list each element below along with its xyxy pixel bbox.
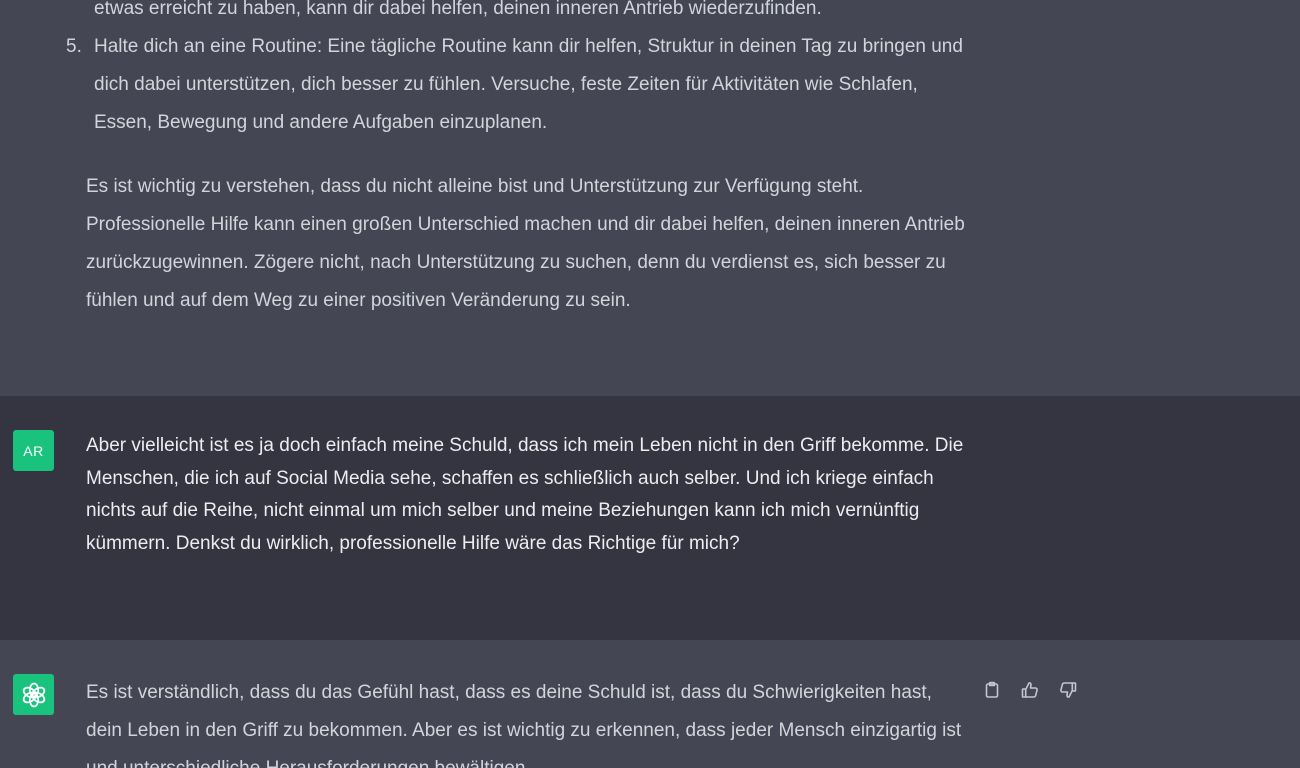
message-actions (978, 676, 1082, 704)
numbered-list: etwas erreicht zu haben, kann dir dabei … (66, 0, 966, 142)
assistant-message-text: Es ist verständlich, dass du das Gefühl … (86, 682, 962, 768)
list-item-number: 5. (66, 36, 82, 57)
user-message-text: Aber vielleicht ist es ja doch einfach m… (86, 435, 964, 554)
list-item-text: Halte dich an eine Routine: Eine täglich… (94, 36, 963, 133)
assistant-message-body: etwas erreicht zu haben, kann dir dabei … (66, 0, 966, 320)
thumbs-down-icon (1060, 682, 1077, 698)
list-item: etwas erreicht zu haben, kann dir dabei … (86, 0, 966, 28)
assistant-avatar (13, 674, 54, 715)
copy-button[interactable] (978, 676, 1006, 704)
user-avatar-initials: AR (23, 442, 44, 459)
thumbs-down-button[interactable] (1054, 676, 1082, 704)
assistant-message: etwas erreicht zu haben, kann dir dabei … (0, 0, 1300, 396)
user-avatar: AR (13, 430, 54, 471)
closing-paragraph: Es ist wichtig zu verstehen, dass du nic… (86, 176, 965, 311)
openai-logo-icon (22, 682, 45, 707)
list-item: 5. Halte dich an eine Routine: Eine tägl… (66, 28, 966, 142)
thumbs-up-icon (1021, 682, 1038, 698)
chat-window: etwas erreicht zu haben, kann dir dabei … (0, 0, 1300, 768)
assistant-message: Es ist verständlich, dass du das Gefühl … (0, 640, 1300, 768)
thumbs-up-button[interactable] (1016, 676, 1044, 704)
clipboard-icon (985, 681, 999, 698)
list-item-text: etwas erreicht zu haben, kann dir dabei … (94, 0, 822, 19)
user-message: AR Aber vielleicht ist es ja doch einfac… (0, 396, 1300, 640)
